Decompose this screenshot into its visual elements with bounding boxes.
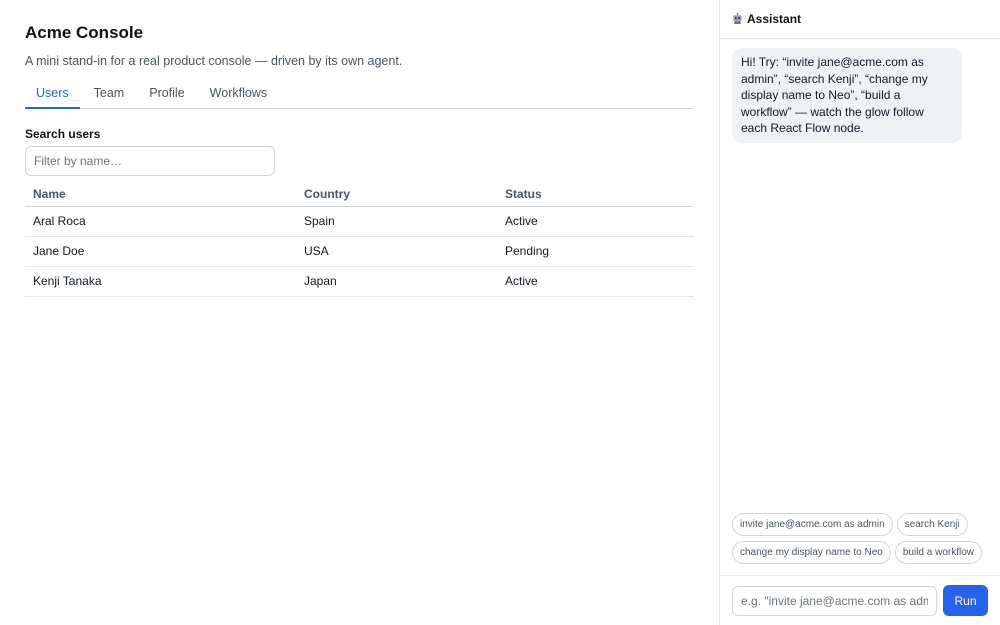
table-row: Kenji Tanaka Japan Active	[25, 266, 694, 297]
assistant-input[interactable]	[732, 585, 937, 616]
assistant-panel: Assistant Hi! Try: “invite jane@acme.com…	[719, 0, 1000, 625]
tab-bar: Users Team Profile Workflows	[25, 85, 694, 109]
assistant-title: Assistant	[747, 12, 802, 26]
search-input[interactable]	[25, 146, 275, 176]
table-row: Aral Roca Spain Active	[25, 206, 694, 237]
cell-name: Kenji Tanaka	[25, 266, 296, 297]
cell-status: Active	[497, 206, 694, 237]
cell-country: Japan	[296, 266, 497, 297]
suggestion-chip[interactable]: search Kenji	[896, 513, 968, 536]
tab-team[interactable]: Team	[83, 85, 136, 109]
chat-area: Hi! Try: “invite jane@acme.com as admin”…	[720, 39, 1000, 575]
cell-name: Jane Doe	[25, 236, 296, 267]
suggestion-chip[interactable]: invite jane@acme.com as admin	[732, 513, 893, 536]
suggestion-chip[interactable]: change my display name to Neo	[732, 541, 891, 564]
cell-status: Active	[497, 266, 694, 297]
search-label: Search users	[25, 127, 101, 141]
column-header-country: Country	[296, 182, 497, 207]
cell-name: Aral Roca	[25, 206, 296, 237]
page-subtitle: A mini stand-in for a real product conso…	[25, 54, 403, 68]
cell-status: Pending	[497, 236, 694, 267]
tab-profile[interactable]: Profile	[138, 85, 195, 109]
tab-workflows[interactable]: Workflows	[199, 85, 278, 109]
cell-country: Spain	[296, 206, 497, 237]
page-title: Acme Console	[25, 23, 144, 42]
tab-users[interactable]: Users	[25, 85, 80, 109]
robot-icon	[733, 12, 742, 24]
column-header-status: Status	[497, 182, 694, 207]
run-button[interactable]: Run	[943, 585, 988, 616]
cell-country: USA	[296, 236, 497, 267]
column-header-name: Name	[25, 182, 296, 207]
table-header-row: Name Country Status	[25, 182, 694, 207]
suggestion-chip[interactable]: build a workflow	[894, 541, 983, 564]
users-table: Name Country Status Aral Roca Spain Acti…	[25, 182, 694, 297]
composer: Run	[720, 575, 1000, 625]
assistant-message: Hi! Try: “invite jane@acme.com as admin”…	[732, 48, 962, 143]
suggestion-chips: invite jane@acme.com as admin search Ken…	[732, 513, 990, 569]
main-panel: Acme Console A mini stand-in for a real …	[0, 0, 719, 625]
assistant-header: Assistant	[720, 0, 1000, 39]
table-row: Jane Doe USA Pending	[25, 236, 694, 267]
